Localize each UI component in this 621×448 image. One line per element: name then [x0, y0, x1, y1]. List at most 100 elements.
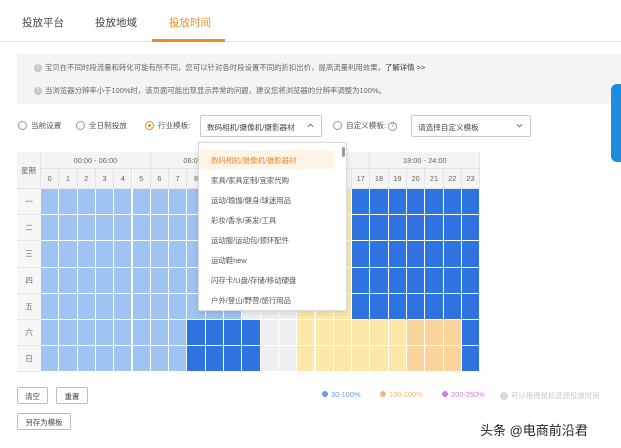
time-slot-cell[interactable]	[132, 293, 151, 320]
time-slot-cell[interactable]	[352, 241, 371, 268]
time-slot-cell[interactable]	[95, 189, 115, 216]
time-slot-cell[interactable]	[425, 267, 444, 294]
time-slot-cell[interactable]	[297, 320, 316, 347]
time-slot-cell[interactable]	[132, 215, 151, 242]
time-slot-cell[interactable]	[443, 346, 462, 373]
time-slot-cell[interactable]	[278, 346, 298, 373]
dropdown-option[interactable]: 彩妆/香水/美发/工具	[199, 210, 334, 229]
time-slot-cell[interactable]	[407, 320, 426, 347]
time-slot-cell[interactable]	[370, 320, 389, 347]
time-slot-cell[interactable]	[278, 320, 298, 347]
time-slot-cell[interactable]	[114, 267, 133, 294]
time-slot-cell[interactable]	[95, 215, 115, 242]
time-slot-cell[interactable]	[370, 189, 389, 216]
time-slot-cell[interactable]	[205, 346, 224, 373]
time-slot-cell[interactable]	[95, 320, 115, 347]
dropdown-option[interactable]: 闪存卡/U盘/存储/移动硬盘	[199, 270, 334, 289]
time-slot-cell[interactable]	[59, 293, 78, 320]
time-slot-cell[interactable]	[59, 320, 78, 347]
time-slot-cell[interactable]	[352, 320, 371, 347]
hour-header[interactable]: 2	[77, 169, 96, 189]
dropdown-option[interactable]: 运动服/运动包/颈环配件	[199, 230, 334, 249]
time-slot-cell[interactable]	[370, 241, 389, 268]
time-slot-cell[interactable]	[352, 267, 371, 294]
time-slot-cell[interactable]	[443, 293, 462, 320]
time-slot-cell[interactable]	[77, 241, 96, 268]
time-slot-cell[interactable]	[132, 267, 151, 294]
time-slot-cell[interactable]	[150, 346, 170, 373]
clear-button[interactable]: 清空	[17, 387, 48, 404]
hour-header[interactable]: 17	[352, 169, 371, 189]
time-slot-cell[interactable]	[425, 241, 444, 268]
time-slot-cell[interactable]	[370, 215, 389, 242]
dropdown-scrollbar[interactable]	[342, 147, 345, 157]
time-slot-cell[interactable]	[315, 320, 334, 347]
time-slot-cell[interactable]	[407, 215, 426, 242]
time-slot-cell[interactable]	[461, 293, 481, 320]
hour-header[interactable]: 23	[461, 169, 481, 189]
dropdown-option[interactable]: 运动/瑜伽/健身/球迷用品	[199, 190, 334, 209]
option-all-day[interactable]: 全日制投放	[76, 120, 127, 131]
time-slot-cell[interactable]	[132, 320, 151, 347]
time-slot-cell[interactable]	[150, 241, 170, 268]
time-slot-cell[interactable]	[95, 241, 115, 268]
time-slot-cell[interactable]	[333, 320, 353, 347]
time-slot-cell[interactable]	[352, 293, 371, 320]
time-slot-cell[interactable]	[443, 241, 462, 268]
time-slot-cell[interactable]	[388, 320, 407, 347]
time-slot-cell[interactable]	[461, 241, 481, 268]
time-slot-cell[interactable]	[370, 293, 389, 320]
time-slot-cell[interactable]	[59, 267, 78, 294]
time-slot-cell[interactable]	[95, 293, 115, 320]
save-as-template-button[interactable]: 另存为模板	[17, 413, 71, 430]
reset-button[interactable]: 重置	[56, 387, 88, 404]
time-slot-cell[interactable]	[132, 346, 151, 373]
time-slot-cell[interactable]	[407, 267, 426, 294]
hour-header[interactable]: 20	[407, 169, 426, 189]
time-slot-cell[interactable]	[132, 241, 151, 268]
time-slot-cell[interactable]	[169, 241, 188, 268]
time-slot-cell[interactable]	[77, 267, 96, 294]
time-slot-cell[interactable]	[41, 189, 60, 216]
time-slot-cell[interactable]	[443, 189, 462, 216]
time-slot-cell[interactable]	[41, 346, 60, 373]
time-slot-cell[interactable]	[224, 346, 243, 373]
time-slot-cell[interactable]	[407, 346, 426, 373]
time-slot-cell[interactable]	[425, 320, 444, 347]
time-slot-cell[interactable]	[224, 320, 243, 347]
time-slot-cell[interactable]	[41, 215, 60, 242]
option-custom-template[interactable]: 自定义模板:?	[333, 120, 398, 131]
floating-side-tab[interactable]	[611, 84, 621, 162]
time-slot-cell[interactable]	[169, 215, 188, 242]
option-current-settings[interactable]: 当前设置	[18, 120, 61, 131]
time-slot-cell[interactable]	[77, 293, 96, 320]
hour-header[interactable]: 5	[132, 169, 151, 189]
time-slot-cell[interactable]	[41, 320, 60, 347]
time-slot-cell[interactable]	[388, 241, 407, 268]
time-slot-cell[interactable]	[407, 241, 426, 268]
time-slot-cell[interactable]	[388, 189, 407, 216]
hour-header[interactable]: 7	[169, 169, 188, 189]
time-slot-cell[interactable]	[59, 346, 78, 373]
hour-header[interactable]: 6	[150, 169, 170, 189]
time-slot-cell[interactable]	[461, 215, 481, 242]
time-slot-cell[interactable]	[77, 346, 96, 373]
weekday-label[interactable]: 日	[17, 346, 41, 373]
time-slot-cell[interactable]	[59, 215, 78, 242]
time-slot-cell[interactable]	[114, 241, 133, 268]
time-slot-cell[interactable]	[59, 189, 78, 216]
time-slot-cell[interactable]	[150, 320, 170, 347]
dropdown-option[interactable]: 家具/家具定制/宜家代购	[199, 170, 334, 189]
time-slot-cell[interactable]	[297, 346, 316, 373]
time-slot-cell[interactable]	[41, 267, 60, 294]
weekday-label[interactable]: 四	[17, 267, 41, 294]
time-slot-cell[interactable]	[443, 267, 462, 294]
weekday-label[interactable]: 五	[17, 293, 41, 320]
time-slot-cell[interactable]	[352, 189, 371, 216]
hour-header[interactable]: 4	[114, 169, 133, 189]
time-slot-cell[interactable]	[114, 293, 133, 320]
time-slot-cell[interactable]	[169, 293, 188, 320]
tab-platform[interactable]: 投放平台	[22, 15, 64, 30]
time-slot-cell[interactable]	[205, 320, 224, 347]
time-slot-cell[interactable]	[352, 346, 371, 373]
